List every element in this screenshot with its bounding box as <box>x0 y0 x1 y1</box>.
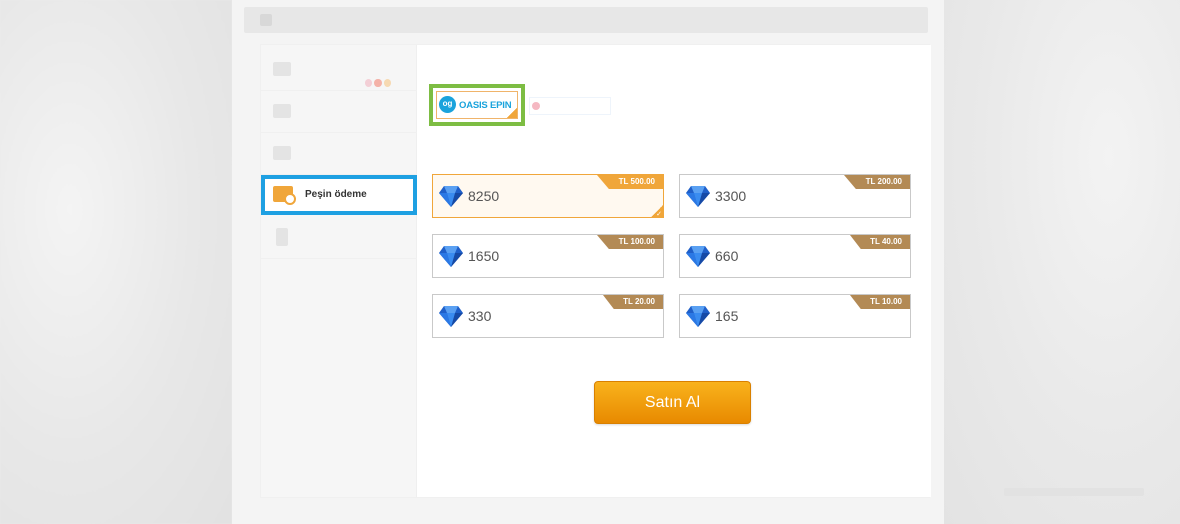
credit-card-icon <box>273 62 291 76</box>
cash-payment-icon <box>273 186 296 205</box>
card-brand-logos <box>365 79 391 87</box>
price-label: TL 200.00 <box>865 177 902 186</box>
price-badge: TL 20.00 <box>603 295 663 309</box>
back-arrow-icon[interactable] <box>260 14 272 26</box>
provider-other[interactable] <box>529 97 611 115</box>
provider-name: OASIS EPIN <box>459 100 512 111</box>
oasis-epin-logo-icon: og <box>439 96 456 113</box>
sidebar-item-cash-payment[interactable]: Peşin ödeme <box>261 175 417 215</box>
price-label: TL 500.00 <box>618 177 655 186</box>
price-label: TL 100.00 <box>618 237 655 246</box>
faint-footer-block <box>1004 488 1144 496</box>
package-option[interactable]: 660 TL 40.00 <box>679 234 911 278</box>
diamond-gem-icon <box>439 306 463 327</box>
package-amount: 660 <box>715 248 739 264</box>
price-label: TL 20.00 <box>623 297 655 306</box>
sidebar-item-mobile-payment[interactable] <box>261 133 417 175</box>
payment-method-sidebar: Peşin ödeme <box>261 45 417 497</box>
buy-button[interactable]: Satın Al <box>594 381 751 424</box>
mobile-payment-icon <box>273 146 291 160</box>
diamond-gem-icon <box>439 186 463 207</box>
package-amount: 165 <box>715 308 739 324</box>
package-amount: 8250 <box>468 188 500 204</box>
provider-oasis-epin[interactable]: og OASIS EPIN <box>429 84 525 126</box>
phone-icon <box>276 228 288 246</box>
price-badge: TL 10.00 <box>850 295 910 309</box>
package-amount: 330 <box>468 308 492 324</box>
sidebar-item-credit-card[interactable] <box>261 49 417 91</box>
sidebar-item-wallet[interactable] <box>261 91 417 133</box>
selected-check-icon <box>507 108 517 118</box>
price-badge: TL 100.00 <box>597 235 663 249</box>
provider-other-logo-icon <box>532 102 540 110</box>
package-amount: 3300 <box>715 188 747 204</box>
background-right <box>944 0 1180 524</box>
top-bar <box>244 7 928 33</box>
package-option[interactable]: 8250 TL 500.00 <box>432 174 664 218</box>
wallet-icon <box>273 104 291 118</box>
background-left <box>0 0 232 524</box>
diamond-gem-icon <box>686 246 710 267</box>
price-badge: TL 40.00 <box>850 235 910 249</box>
package-amount: 1650 <box>468 248 500 264</box>
price-label: TL 40.00 <box>870 237 902 246</box>
selected-check-icon <box>651 205 663 218</box>
provider-logo-box: og OASIS EPIN <box>436 91 518 119</box>
diamond-gem-icon <box>439 246 463 267</box>
package-option[interactable]: 3300 TL 200.00 <box>679 174 911 218</box>
diamond-gem-icon <box>686 306 710 327</box>
package-option[interactable]: 165 TL 10.00 <box>679 294 911 338</box>
price-badge: TL 500.00 <box>597 175 663 189</box>
package-option[interactable]: 1650 TL 100.00 <box>432 234 664 278</box>
price-badge: TL 200.00 <box>844 175 910 189</box>
price-label: TL 10.00 <box>870 297 902 306</box>
package-option[interactable]: 330 TL 20.00 <box>432 294 664 338</box>
sidebar-item-label: Peşin ödeme <box>305 189 367 200</box>
diamond-gem-icon <box>686 186 710 207</box>
sidebar-item-phone[interactable] <box>261 217 417 259</box>
